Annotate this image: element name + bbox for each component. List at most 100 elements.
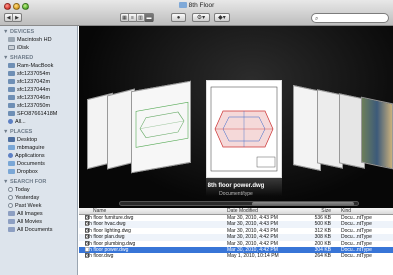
column-header-name[interactable]: Name (93, 208, 106, 215)
sidebar-item-macintosh-hd[interactable]: Macintosh HD (0, 36, 77, 44)
computer-icon (8, 102, 15, 108)
coverflow-scroll-thumb[interactable] (252, 202, 354, 206)
column-header-kind[interactable]: Kind (341, 208, 351, 215)
smart-folder-icon (8, 210, 15, 216)
computer-icon (8, 70, 15, 76)
sidebar-item-sfc1237042m[interactable]: sfc1237042m (0, 78, 77, 86)
sidebar-item-sfc1237054m[interactable]: sfc1237054m (0, 70, 77, 78)
clock-icon (8, 202, 13, 208)
search-icon: ⌕ (315, 16, 319, 22)
sidebar-item-sfo87661418m[interactable]: SFO87661418M (0, 110, 77, 118)
globe-icon (8, 118, 13, 124)
computer-icon (8, 110, 15, 116)
coverflow-caption-kind: Document/type (219, 191, 253, 197)
sidebar-item-label: All Movies (17, 219, 43, 225)
coverflow-area[interactable]: 8th floor power.dwg Document/type (79, 26, 393, 208)
back-forward-control: ◀ ▶ (4, 13, 22, 22)
sidebar-item-all-shared[interactable]: All... (0, 118, 77, 126)
computer-icon (8, 94, 15, 100)
sidebar-item-all-images[interactable]: All Images (0, 210, 77, 218)
sidebar-item-ram-macbook[interactable]: Ram-MacBook (0, 62, 77, 70)
view-mode-control: ▦ ≡ ▥ ▬ (120, 13, 154, 22)
coverflow-item-selected[interactable] (206, 80, 282, 178)
table-row[interactable]: 8th floor.dwg May 1, 2010, 10:14 PM 264 … (79, 253, 393, 259)
coverflow-caption-name: 8th floor power.dwg (207, 183, 265, 189)
file-list: Name Date Modified Size Kind 8th floor f… (79, 208, 393, 275)
column-header-size[interactable]: Size (309, 208, 331, 215)
sidebar-item-label: SFO87661418M (17, 111, 58, 117)
file-date: May 1, 2010, 10:14 PM (227, 253, 279, 260)
coverflow-item-right-photo[interactable] (361, 96, 393, 170)
coverflow-scrollbar[interactable] (119, 201, 359, 206)
sidebar-item-all-movies[interactable]: All Movies (0, 218, 77, 226)
sidebar-item-label: Dropbox (17, 169, 38, 175)
sidebar-item-sfc1237050m[interactable]: sfc1237050m (0, 102, 77, 110)
titlebar: 8th Floor ◀ ▶ ▦ ≡ ▥ ▬ ● ⚙▾ ◆▾ ⌕ (0, 0, 393, 26)
dropbox-icon (8, 168, 15, 174)
file-size: 264 KB (314, 253, 331, 260)
list-header: Name Date Modified Size Kind (79, 208, 393, 215)
sidebar-header-devices[interactable]: ▼ DEVICES (0, 29, 77, 36)
sidebar-item-label: All Documents (17, 227, 53, 233)
sidebar-item-all-documents[interactable]: All Documents (0, 226, 77, 234)
back-button[interactable]: ◀ (5, 14, 13, 22)
share-icon: ◆▾ (218, 15, 226, 21)
sidebar-item-past-week[interactable]: Past Week (0, 202, 77, 210)
computer-icon (8, 78, 15, 84)
sidebar-item-label: Today (15, 187, 30, 193)
folder-icon (178, 2, 187, 8)
clock-icon (8, 186, 13, 192)
file-name: 8th floor.dwg (85, 253, 114, 260)
floor-plan-thumbnail (135, 101, 189, 148)
quicklook-button[interactable]: ● (171, 13, 186, 22)
sidebar-item-desktop[interactable]: Desktop (0, 136, 77, 144)
sidebar-item-label: All Images (17, 211, 43, 217)
search-input[interactable]: ⌕ (311, 13, 389, 23)
action-menu-button[interactable]: ⚙▾ (192, 13, 210, 22)
column-view-button[interactable]: ▥ (137, 14, 145, 22)
coverflow-view-button[interactable]: ▬ (145, 14, 153, 22)
sidebar-item-label: iDisk (17, 45, 29, 51)
column-header-date-modified[interactable]: Date Modified (227, 208, 258, 215)
sidebar-header-search-for[interactable]: ▼ SEARCH FOR (0, 179, 77, 186)
sidebar-item-home[interactable]: mbmaguire (0, 144, 77, 152)
sidebar-item-label: sfc1237046m (17, 95, 51, 101)
list-view-button[interactable]: ≡ (129, 14, 137, 22)
window-title-text: 8th Floor (188, 2, 215, 9)
sidebar-item-idisk[interactable]: iDisk (0, 44, 77, 52)
sidebar-item-label: sfc1237054m (17, 71, 51, 77)
sidebar-item-applications[interactable]: Applications (0, 152, 77, 160)
window-title: 8th Floor (0, 2, 393, 9)
sidebar-item-label: sfc1237044m (17, 87, 51, 93)
floor-plan-thumbnail (210, 86, 278, 172)
finder-window: 8th Floor ◀ ▶ ▦ ≡ ▥ ▬ ● ⚙▾ ◆▾ ⌕ ▼ DEVICES Ma… (0, 0, 393, 275)
sidebar-item-sfc1237044m[interactable]: sfc1237044m (0, 86, 77, 94)
eye-icon: ● (176, 15, 181, 21)
icon-view-button[interactable]: ▦ (121, 14, 129, 22)
sidebar-item-documents[interactable]: Documents (0, 160, 77, 168)
sidebar-item-label: All... (15, 119, 26, 125)
home-icon (8, 144, 15, 150)
sidebar-item-sfc1237046m[interactable]: sfc1237046m (0, 94, 77, 102)
sidebar-item-label: Ram-MacBook (17, 63, 54, 69)
sidebar-item-label: Macintosh HD (17, 37, 52, 43)
smart-folder-icon (8, 218, 15, 224)
sidebar-item-dropbox[interactable]: Dropbox (0, 168, 77, 176)
documents-icon (8, 160, 15, 166)
sidebar-header-shared[interactable]: ▼ SHARED (0, 55, 77, 62)
sidebar-item-label: Yesterday (15, 195, 40, 201)
smart-folder-icon (8, 226, 15, 232)
sidebar-header-places[interactable]: ▼ PLACES (0, 129, 77, 136)
sidebar-item-label: sfc1237042m (17, 79, 51, 85)
clock-icon (8, 194, 13, 200)
coverflow-item-left-1[interactable] (131, 80, 191, 174)
hard-drive-icon (8, 36, 15, 42)
sidebar-item-label: mbmaguire (17, 145, 45, 151)
share-menu-button[interactable]: ◆▾ (214, 13, 230, 22)
applications-icon (8, 152, 13, 158)
sidebar-item-yesterday[interactable]: Yesterday (0, 194, 77, 202)
sidebar-item-label: Past Week (15, 203, 42, 209)
sidebar-item-today[interactable]: Today (0, 186, 77, 194)
forward-button[interactable]: ▶ (13, 14, 21, 22)
desktop-icon (8, 136, 15, 142)
